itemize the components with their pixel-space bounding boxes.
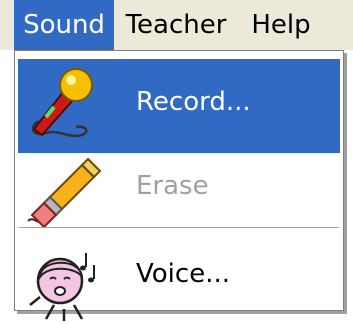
menu-item-record[interactable]: Record... [18,59,340,153]
menu-separator [19,227,339,229]
microphone-icon [31,68,93,138]
record-label: Record... [136,87,251,117]
menu-bar: Sound Teacher Help [0,0,353,50]
erase-label: Erase [136,171,209,201]
menu-item-erase: Erase [18,153,340,229]
menu-teacher[interactable]: Teacher [116,0,236,50]
menu-help[interactable]: Help [236,0,326,50]
sound-dropdown-menu: Record... Erase Voice... [14,50,344,321]
pencil-eraser-icon [27,157,102,229]
menu-sound[interactable]: Sound [14,0,114,50]
voice-label: Voice... [136,259,230,289]
singing-face-icon [29,253,95,321]
menu-item-voice[interactable]: Voice... [18,239,340,321]
